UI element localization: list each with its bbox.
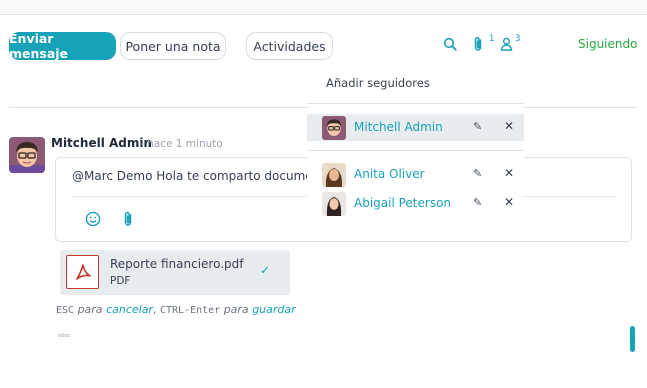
hint-para: para xyxy=(223,303,249,316)
hint-esc: ESC xyxy=(56,305,75,316)
hint-para: para xyxy=(77,303,103,316)
check-icon: ✓ xyxy=(260,263,271,277)
save-link[interactable]: guardar xyxy=(252,303,295,316)
hint-ctrl-enter: CTRL-Enter xyxy=(159,305,221,316)
follower-name[interactable]: Abigail Peterson xyxy=(354,196,451,210)
activities-button[interactable]: Actividades xyxy=(246,32,333,60)
cancel-link[interactable]: cancelar xyxy=(106,303,153,316)
scrollbar[interactable] xyxy=(630,326,635,352)
paperclip-icon[interactable] xyxy=(471,36,485,52)
avatar xyxy=(322,192,346,216)
avatar xyxy=(9,137,45,173)
log-note-button[interactable]: Poner una nota xyxy=(120,32,226,60)
dropdown-divider xyxy=(307,150,524,151)
top-strip xyxy=(0,0,647,15)
attachment-card[interactable]: Reporte financiero.pdf PDF ✓ xyxy=(60,250,290,295)
emoji-icon[interactable] xyxy=(85,211,101,227)
pdf-icon xyxy=(66,255,99,289)
following-button[interactable]: Siguiendo xyxy=(578,37,637,51)
attachment-name: Reporte financiero.pdf xyxy=(110,257,244,271)
user-icon[interactable] xyxy=(500,37,513,51)
paperclip-icon[interactable] xyxy=(121,211,135,227)
search-icon[interactable] xyxy=(443,37,457,51)
avatar xyxy=(322,116,346,140)
follower-item[interactable]: Mitchell Admin ✎ ✕ xyxy=(307,114,524,141)
follower-name[interactable]: Anita Oliver xyxy=(354,167,425,181)
hint-comma: , xyxy=(152,303,157,316)
attachment-extension: PDF xyxy=(110,275,131,287)
send-message-button[interactable]: Enviar mensaje xyxy=(9,31,116,61)
add-followers-link[interactable]: Añadir seguidores xyxy=(326,76,430,90)
follower-item[interactable]: Abigail Peterson ✎ ✕ xyxy=(307,190,524,217)
follower-name[interactable]: Mitchell Admin xyxy=(354,120,443,134)
followers-count: 3 xyxy=(515,34,521,44)
close-icon[interactable]: ✕ xyxy=(504,166,514,180)
pencil-icon[interactable]: ✎ xyxy=(473,167,482,180)
footer-logo-text: odoo xyxy=(58,333,71,339)
dropdown-divider xyxy=(307,103,524,104)
composer-text[interactable]: @Marc Demo Hola te comparto document xyxy=(72,169,325,183)
follower-item[interactable]: Anita Oliver ✎ ✕ xyxy=(307,161,524,188)
followers-dropdown: Añadir seguidores Mitchell Admin ✎ ✕ Ani… xyxy=(307,66,524,222)
close-icon[interactable]: ✕ xyxy=(504,195,514,209)
avatar xyxy=(322,163,346,187)
message-date: - hace 1 minuto xyxy=(140,138,223,150)
close-icon[interactable]: ✕ xyxy=(504,119,514,133)
pencil-icon[interactable]: ✎ xyxy=(473,196,482,209)
attachments-count: 1 xyxy=(489,34,495,44)
message-author[interactable]: Mitchell Admin xyxy=(51,136,152,150)
pencil-icon[interactable]: ✎ xyxy=(473,120,482,133)
keyboard-hint: ESC para cancelar, CTRL-Enter para guard… xyxy=(56,303,296,316)
